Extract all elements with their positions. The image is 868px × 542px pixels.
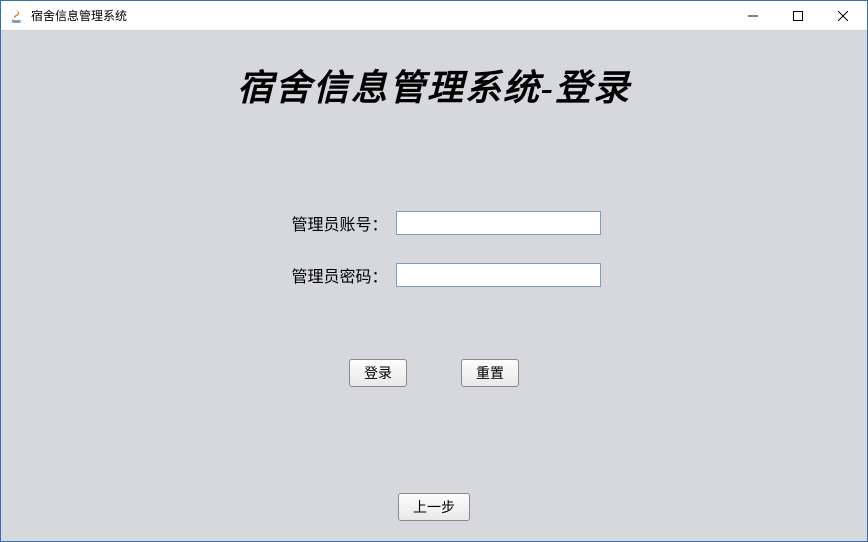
login-button[interactable]: 登录: [349, 359, 407, 387]
page-title: 宿舍信息管理系统-登录: [237, 59, 631, 111]
content-panel: 宿舍信息管理系统-登录 管理员账号： 管理员密码： 登录 重置 上一步: [1, 31, 867, 541]
reset-button[interactable]: 重置: [461, 359, 519, 387]
maximize-icon: [793, 11, 803, 21]
app-window: 宿舍信息管理系统 宿舍信息管理系统-登录 管理员账号： 管理员密码：: [0, 0, 868, 542]
login-form: 管理员账号： 管理员密码：: [268, 211, 601, 287]
close-icon: [838, 11, 848, 21]
username-input[interactable]: [396, 211, 601, 235]
minimize-button[interactable]: [730, 1, 775, 30]
titlebar: 宿舍信息管理系统: [1, 1, 867, 31]
close-button[interactable]: [820, 1, 865, 30]
password-label: 管理员密码：: [268, 263, 388, 287]
back-button[interactable]: 上一步: [398, 493, 470, 521]
username-label: 管理员账号：: [268, 211, 388, 235]
password-input[interactable]: [396, 263, 601, 287]
back-row: 上一步: [1, 493, 867, 521]
minimize-icon: [748, 11, 758, 21]
window-title: 宿舍信息管理系统: [31, 7, 730, 24]
maximize-button[interactable]: [775, 1, 820, 30]
password-row: 管理员密码：: [268, 263, 601, 287]
window-controls: [730, 1, 865, 30]
action-buttons: 登录 重置: [349, 359, 519, 387]
username-row: 管理员账号：: [268, 211, 601, 235]
java-app-icon: [9, 8, 25, 24]
